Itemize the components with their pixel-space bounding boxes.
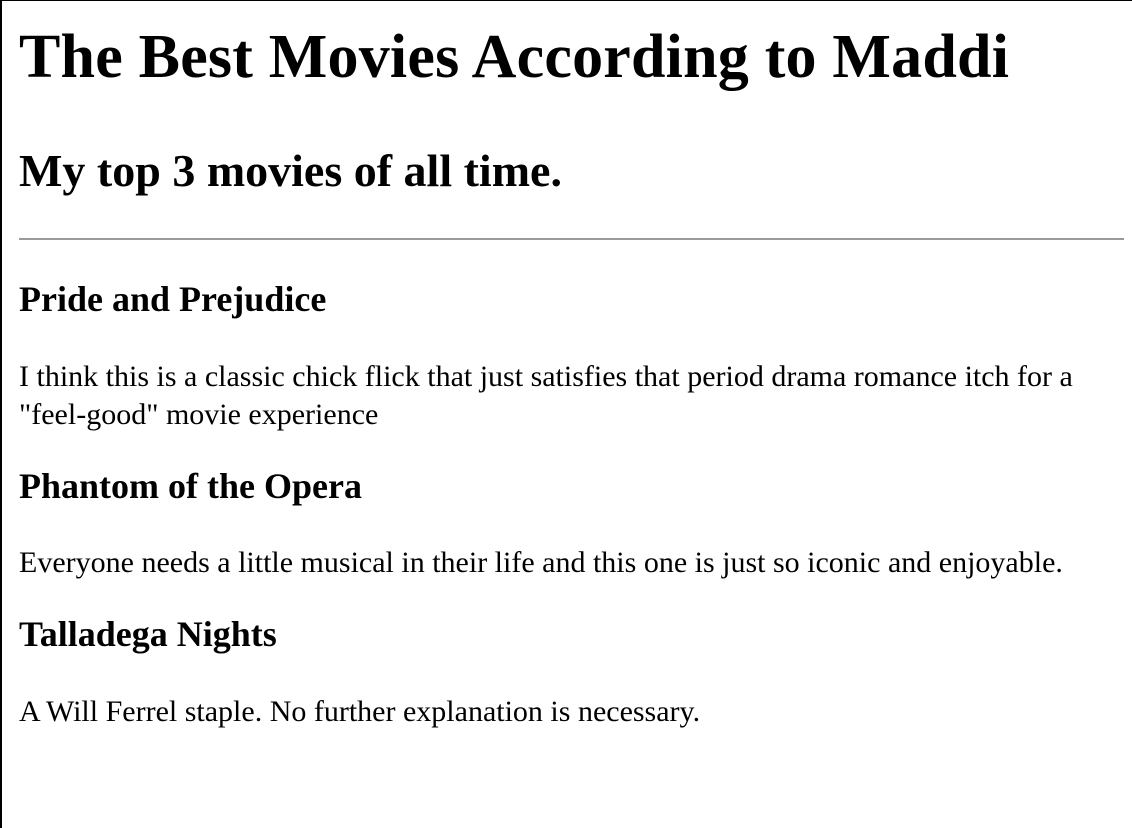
page-subtitle: My top 3 movies of all time.	[19, 145, 562, 197]
movie-entry: Talladega Nights A Will Ferrel staple. N…	[19, 614, 1124, 730]
movie-entry: Phantom of the Opera Everyone needs a li…	[19, 466, 1124, 582]
page-content: The Best Movies According to Maddi My to…	[2, 22, 1124, 731]
page-title: The Best Movies According to Maddi	[19, 23, 1010, 91]
movie-title: Pride and Prejudice	[19, 279, 327, 320]
movie-description: I think this is a classic chick flick th…	[19, 359, 1073, 431]
movie-entry: Pride and Prejudice I think this is a cl…	[19, 279, 1124, 434]
movie-description: A Will Ferrel staple. No further explana…	[19, 694, 701, 728]
movie-title: Talladega Nights	[19, 614, 277, 655]
divider	[19, 238, 1124, 241]
movie-title: Phantom of the Opera	[19, 465, 362, 506]
movie-description: Everyone needs a little musical in their…	[19, 546, 1063, 580]
